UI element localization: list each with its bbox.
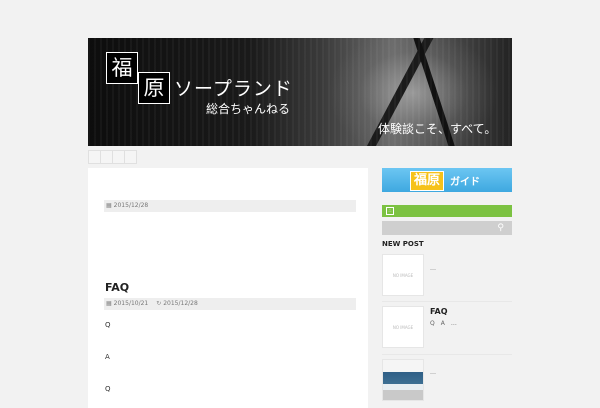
- nav-item[interactable]: [88, 150, 100, 164]
- new-post-excerpt: Q A …: [430, 320, 457, 327]
- site-subtitle: 総合ちゃんねる: [206, 102, 291, 116]
- guide-banner-text: ガイド: [450, 177, 480, 188]
- new-post-excerpt: …: [430, 369, 436, 376]
- calendar-icon: ▦: [106, 300, 112, 307]
- site-title: ソープランド: [174, 78, 293, 100]
- post-thumbnail[interactable]: [382, 359, 424, 401]
- header-banner[interactable]: 福 原 ソープランド 総合ちゃんねる 体験談こそ、すべて。: [88, 38, 512, 146]
- divider: [382, 354, 512, 355]
- post-thumbnail[interactable]: NO IMAGE: [382, 254, 424, 296]
- site-tagline: 体験談こそ、すべて。: [378, 122, 497, 136]
- logo-char-1: 福: [106, 52, 138, 84]
- post-thumbnail[interactable]: NO IMAGE: [382, 306, 424, 348]
- rss-button[interactable]: ∴: [382, 205, 512, 217]
- logo-char-2: 原: [138, 72, 170, 104]
- search-icon[interactable]: ⚲: [497, 223, 504, 233]
- search-box[interactable]: ⚲: [382, 221, 512, 235]
- post-updated: 2015/12/28: [163, 300, 198, 307]
- post-body-line: Q: [105, 321, 111, 329]
- post-meta: ▦ 2015/10/21 ↻ 2015/12/28: [104, 298, 356, 310]
- post-body-line: Q: [105, 385, 111, 393]
- nav-item[interactable]: [112, 150, 124, 164]
- refresh-icon: ↻: [156, 300, 162, 307]
- post-title[interactable]: FAQ: [105, 281, 129, 294]
- new-post-excerpt: …: [430, 265, 436, 272]
- main-content: ▦ 2015/12/28 FAQ ▦ 2015/10/21 ↻ 2015/12/28 …: [88, 168, 368, 408]
- post-date: 2015/10/21: [113, 300, 149, 307]
- nav-item[interactable]: [124, 150, 137, 164]
- post-body-line: A: [105, 353, 110, 361]
- calendar-icon: ▦: [106, 202, 112, 209]
- new-post-title[interactable]: FAQ: [430, 307, 448, 316]
- global-nav: [88, 150, 137, 164]
- post-date: 2015/12/28: [113, 202, 149, 209]
- post-meta: ▦ 2015/12/28: [104, 200, 356, 212]
- divider: [382, 301, 512, 302]
- new-post-heading: NEW POST: [382, 240, 424, 248]
- rss-icon: ∴: [386, 207, 394, 215]
- nav-item[interactable]: [100, 150, 112, 164]
- guide-banner-box: 福原: [410, 171, 445, 191]
- guide-banner[interactable]: 福原 ガイド: [382, 168, 512, 192]
